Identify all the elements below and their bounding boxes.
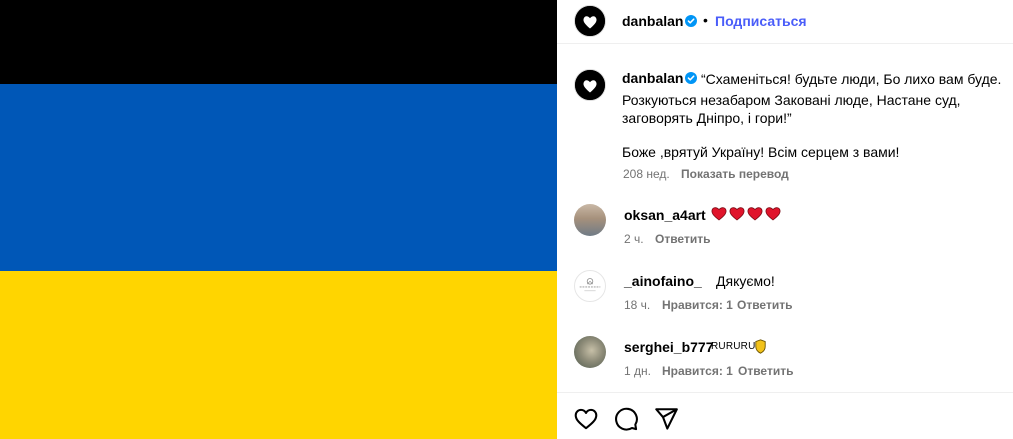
paper-plane-icon[interactable] (653, 406, 679, 432)
comment-bubble-icon[interactable] (613, 406, 639, 432)
follow-button[interactable]: Подписаться (715, 13, 807, 29)
comment-username[interactable]: _ainofaino_ (624, 273, 702, 289)
media-stripe-black (0, 0, 557, 84)
heart-emoji-group (711, 206, 783, 222)
comment-timestamp[interactable]: 2 ч. (624, 232, 644, 246)
caption-avatar[interactable] (574, 69, 606, 101)
heart-red-icon (711, 207, 727, 221)
author-avatar[interactable] (574, 5, 606, 37)
avatar-heart-icon (575, 6, 605, 36)
header-separator: • (703, 12, 708, 28)
caption-text-line1: “Схаменіться! будьте люди, Бо лихо вам б… (701, 71, 1002, 87)
heart-red-icon (765, 207, 781, 221)
comment-text: RURURU (711, 341, 756, 352)
post-media-image[interactable] (0, 0, 557, 439)
comment-timestamp[interactable]: 18 ч. (624, 298, 650, 312)
caption-text-line4: Боже ,врятуй Україну! Всім серцем з вами… (622, 144, 900, 160)
heart-outline-icon[interactable] (573, 406, 599, 432)
comment-likes-count[interactable]: Нравится: 1 (662, 298, 733, 312)
shield-yellow-icon (755, 339, 766, 354)
reply-button[interactable]: Ответить (737, 298, 792, 312)
post-action-bar (557, 392, 1013, 439)
post-side-panel: danbalan • Подписаться danbalan “Схамені… (557, 0, 1013, 439)
header-username[interactable]: danbalan (622, 13, 683, 29)
flag-stripe-yellow (0, 271, 557, 439)
post-header: danbalan • Подписаться (557, 0, 1013, 44)
comment-timestamp[interactable]: 1 дн. (624, 364, 651, 378)
heart-red-icon (729, 207, 745, 221)
comment-username[interactable]: oksan_a4art (624, 207, 706, 223)
commenter-avatar[interactable] (574, 204, 606, 236)
ainofaino-logo-icon (579, 278, 601, 292)
verified-badge-icon (685, 72, 697, 84)
verified-badge-icon (685, 15, 697, 27)
caption-timestamp[interactable]: 208 нед. (623, 167, 670, 181)
caption-text-line2: Розкуються незабаром Заковані люде, Наст… (622, 92, 961, 108)
show-translation-button[interactable]: Показать перевод (681, 167, 789, 181)
reply-button[interactable]: Ответить (738, 364, 793, 378)
comment-text: Дякуємо! (716, 273, 775, 289)
reply-button[interactable]: Ответить (655, 232, 710, 246)
comment-likes-count[interactable]: Нравится: 1 (662, 364, 733, 378)
comment-username[interactable]: serghei_b777 (624, 339, 714, 355)
caption-username[interactable]: danbalan (622, 70, 683, 86)
comment-username-text[interactable]: _ainofaino_ (624, 273, 702, 289)
heart-red-icon (747, 207, 763, 221)
caption-text-line3: заговорять Дніпро, і гори!” (622, 110, 792, 126)
commenter-avatar[interactable] (574, 270, 606, 302)
comment-text (705, 206, 783, 222)
avatar-heart-icon (575, 70, 605, 100)
flag-stripe-blue (0, 84, 557, 271)
commenter-avatar[interactable] (574, 336, 606, 368)
